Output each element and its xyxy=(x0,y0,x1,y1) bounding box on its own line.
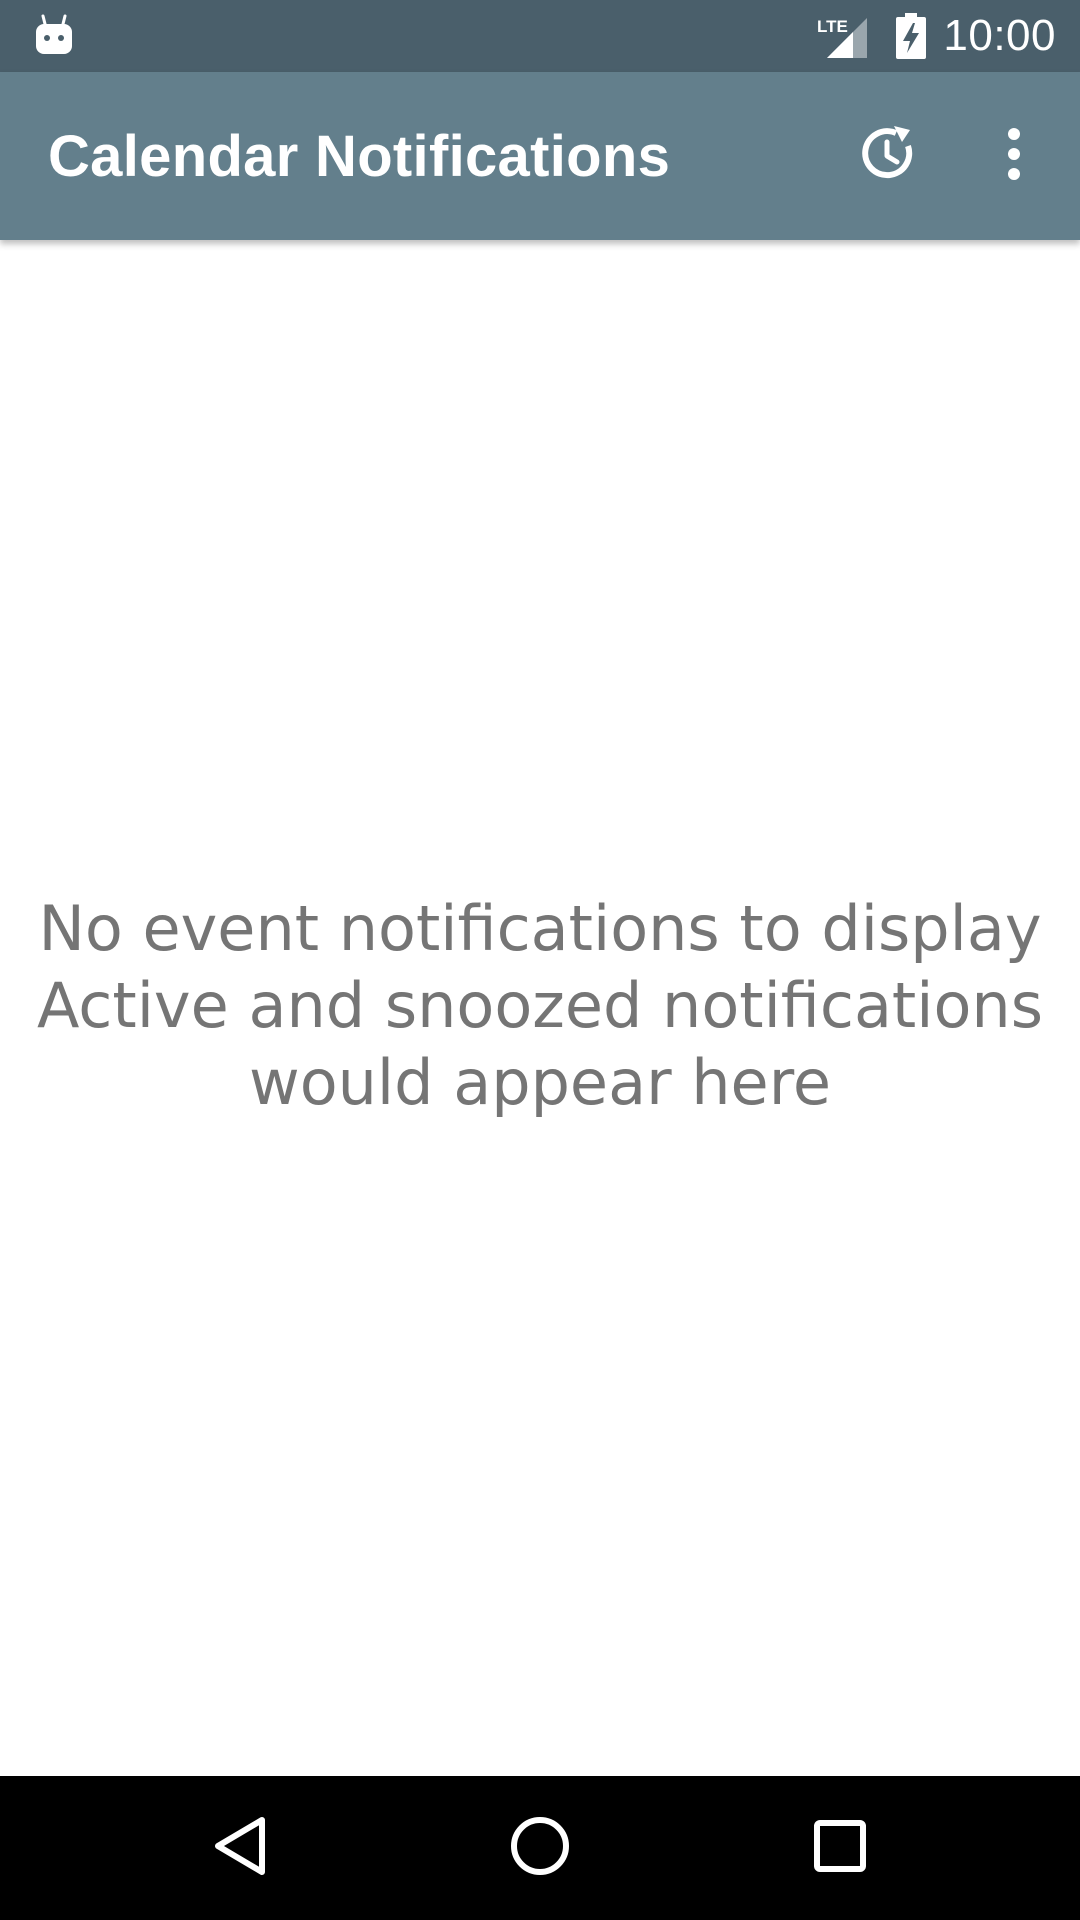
notification-list-area: No event notifications to display Active… xyxy=(0,240,1080,1776)
recents-icon xyxy=(812,1818,868,1878)
home-icon xyxy=(508,1814,572,1882)
home-button[interactable] xyxy=(490,1798,590,1898)
lte-signal-icon: LTE xyxy=(817,14,873,58)
more-vert-icon xyxy=(1004,128,1024,184)
status-bar: LTE 10:00 xyxy=(0,0,1080,72)
snooze-clock-icon xyxy=(858,124,918,188)
empty-state-line-3: would appear here xyxy=(249,1046,831,1119)
empty-state-message: No event notifications to display Active… xyxy=(0,890,1080,1121)
empty-state-line-1: No event notifications to display xyxy=(38,892,1042,965)
empty-state-line-2: Active and snoozed notifications xyxy=(36,969,1044,1042)
android-app-icon xyxy=(35,14,73,56)
back-icon xyxy=(210,1814,270,1882)
battery-charging-icon xyxy=(895,13,927,59)
navigation-bar xyxy=(0,1776,1080,1920)
status-time: 10:00 xyxy=(943,11,1056,60)
svg-text:LTE: LTE xyxy=(817,17,848,36)
app-title: Calendar Notifications xyxy=(48,123,671,189)
recents-button[interactable] xyxy=(790,1798,890,1898)
app-bar: Calendar Notifications xyxy=(0,72,1080,240)
screen: LTE 10:00 Calendar Notifications No even… xyxy=(0,0,1080,1920)
status-icons: LTE 10:00 xyxy=(817,0,1056,72)
back-button[interactable] xyxy=(190,1798,290,1898)
snooze-all-button[interactable] xyxy=(852,120,924,192)
more-options-button[interactable] xyxy=(978,120,1050,192)
